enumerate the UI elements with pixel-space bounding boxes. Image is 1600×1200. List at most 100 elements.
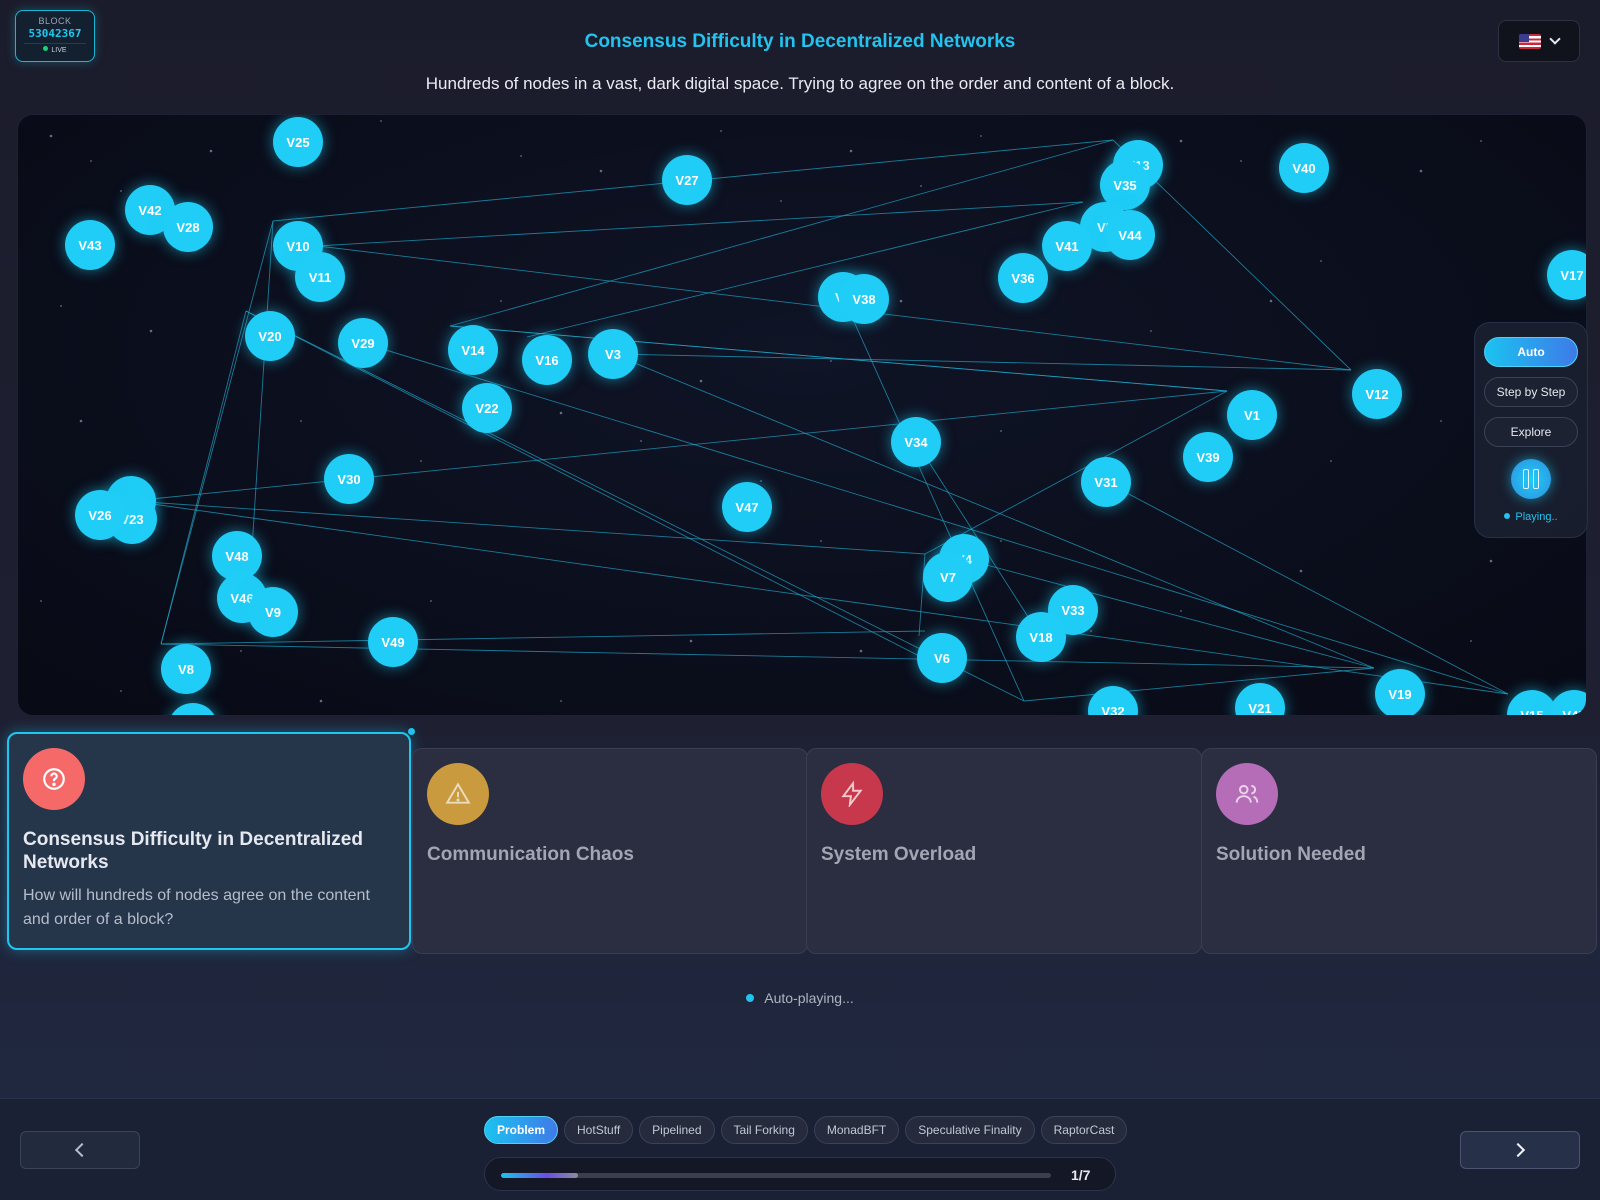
star	[1000, 540, 1002, 542]
explore-mode-button[interactable]: Explore	[1484, 417, 1578, 447]
validator-node[interactable]: V40	[1279, 143, 1329, 193]
previous-button[interactable]	[20, 1131, 140, 1169]
validator-node[interactable]: V26	[75, 490, 125, 540]
star	[980, 135, 982, 137]
star	[899, 299, 903, 303]
validator-node[interactable]: V47	[722, 482, 772, 532]
users-icon	[1235, 784, 1259, 803]
chevron-left-icon	[74, 1142, 90, 1158]
star	[689, 639, 693, 643]
star	[920, 185, 922, 187]
control-panel: Auto Step by Step Explore Playing..	[1474, 322, 1588, 538]
validator-node[interactable]: V30	[324, 454, 374, 504]
validator-node[interactable]: V41	[1042, 221, 1092, 271]
network-canvas[interactable]: V25V27V13V35V40V42V28V43V10V11V5V44V41V3…	[17, 114, 1587, 716]
step-card-communication-chaos[interactable]: Communication Chaos	[412, 748, 808, 954]
star	[1090, 630, 1092, 632]
next-button[interactable]	[1460, 1131, 1580, 1169]
step-card-system-overload[interactable]: System Overload	[806, 748, 1202, 954]
chevron-right-icon	[1510, 1142, 1526, 1158]
progress-track	[501, 1173, 1051, 1178]
validator-node[interactable]: V12	[1352, 369, 1402, 419]
validator-node[interactable]: V11	[295, 252, 345, 302]
status-dot-icon	[1504, 513, 1511, 519]
validator-node[interactable]: V19	[1375, 669, 1425, 715]
star	[1330, 460, 1332, 462]
star	[1470, 640, 1472, 642]
auto-mode-button[interactable]: Auto	[1484, 337, 1578, 367]
validator-node[interactable]: V34	[891, 417, 941, 467]
tab-hotstuff[interactable]: HotStuff	[564, 1116, 634, 1144]
star	[760, 480, 762, 482]
node-link	[1023, 667, 1375, 702]
star	[849, 149, 853, 153]
star	[599, 169, 603, 173]
validator-node[interactable]: V25	[273, 117, 323, 167]
progress-text: 1/7	[1071, 1167, 1091, 1183]
validator-node[interactable]: V14	[448, 325, 498, 375]
validator-node[interactable]: V22	[462, 383, 512, 433]
validator-node[interactable]: V36	[998, 253, 1048, 303]
validator-node[interactable]: V44	[1105, 210, 1155, 260]
star	[79, 419, 83, 423]
us-flag-icon	[1519, 33, 1541, 49]
chevron-down-icon	[1549, 33, 1561, 45]
card-icon	[1216, 763, 1278, 825]
card-icon	[821, 763, 883, 825]
node-link	[298, 201, 1084, 248]
star	[380, 120, 382, 122]
node-link	[130, 390, 1228, 502]
active-card-dot	[408, 728, 415, 735]
validator-node[interactable]: V9	[248, 587, 298, 637]
card-icon	[23, 748, 85, 810]
page-subtitle: Hundreds of nodes in a vast, dark digita…	[425, 74, 1175, 93]
star	[60, 305, 62, 307]
lightning-icon	[841, 781, 863, 807]
star	[240, 650, 242, 652]
validator-node[interactable]: V7	[923, 552, 973, 602]
star	[49, 134, 53, 138]
tab-problem[interactable]: Problem	[484, 1116, 559, 1144]
step-mode-button[interactable]: Step by Step	[1484, 377, 1578, 407]
validator-node[interactable]: V27	[662, 155, 712, 205]
question-icon	[43, 768, 65, 790]
step-card-solution-needed[interactable]: Solution Needed	[1201, 748, 1597, 954]
tab-tail-forking[interactable]: Tail Forking	[720, 1116, 808, 1144]
tab-speculative-finality[interactable]: Speculative Finality	[905, 1116, 1035, 1144]
footer: Problem HotStuff Pipelined Tail Forking Mona…	[0, 1098, 1600, 1200]
tab-pipelined[interactable]: Pipelined	[639, 1116, 715, 1144]
validator-node[interactable]: V16	[522, 335, 572, 385]
card-icon	[427, 763, 489, 825]
star	[830, 360, 832, 362]
playback-status-label: Playing..	[1515, 511, 1558, 523]
star	[1269, 299, 1273, 303]
step-card-problem[interactable]: Consensus Difficulty in Decentralized Ne…	[7, 732, 411, 950]
star	[149, 329, 153, 333]
validator-node[interactable]: V3	[588, 329, 638, 379]
validator-node[interactable]: V31	[1081, 457, 1131, 507]
validator-node[interactable]: V18	[1016, 612, 1066, 662]
star	[1150, 330, 1152, 332]
star	[520, 155, 522, 157]
validator-node[interactable]: V39	[1183, 432, 1233, 482]
star	[1240, 160, 1242, 162]
validator-node[interactable]: V28	[163, 202, 213, 252]
star	[1320, 260, 1322, 262]
language-selector[interactable]	[1498, 20, 1580, 62]
validator-node[interactable]: V8	[161, 644, 211, 694]
validator-node[interactable]: V1	[1227, 390, 1277, 440]
tab-raptorcast[interactable]: RaptorCast	[1040, 1116, 1128, 1144]
star	[780, 200, 782, 202]
validator-node[interactable]: V20	[245, 311, 295, 361]
validator-node[interactable]: V6	[917, 633, 967, 683]
star	[120, 690, 122, 692]
tab-monadbft[interactable]: MonadBFT	[813, 1116, 900, 1144]
validator-node[interactable]: V49	[368, 617, 418, 667]
star	[209, 149, 213, 153]
star	[430, 600, 432, 602]
star	[1489, 559, 1493, 563]
validator-node[interactable]: V38	[839, 274, 889, 324]
pause-button[interactable]	[1511, 459, 1551, 499]
validator-node[interactable]: V29	[338, 318, 388, 368]
validator-node[interactable]: V43	[65, 220, 115, 270]
